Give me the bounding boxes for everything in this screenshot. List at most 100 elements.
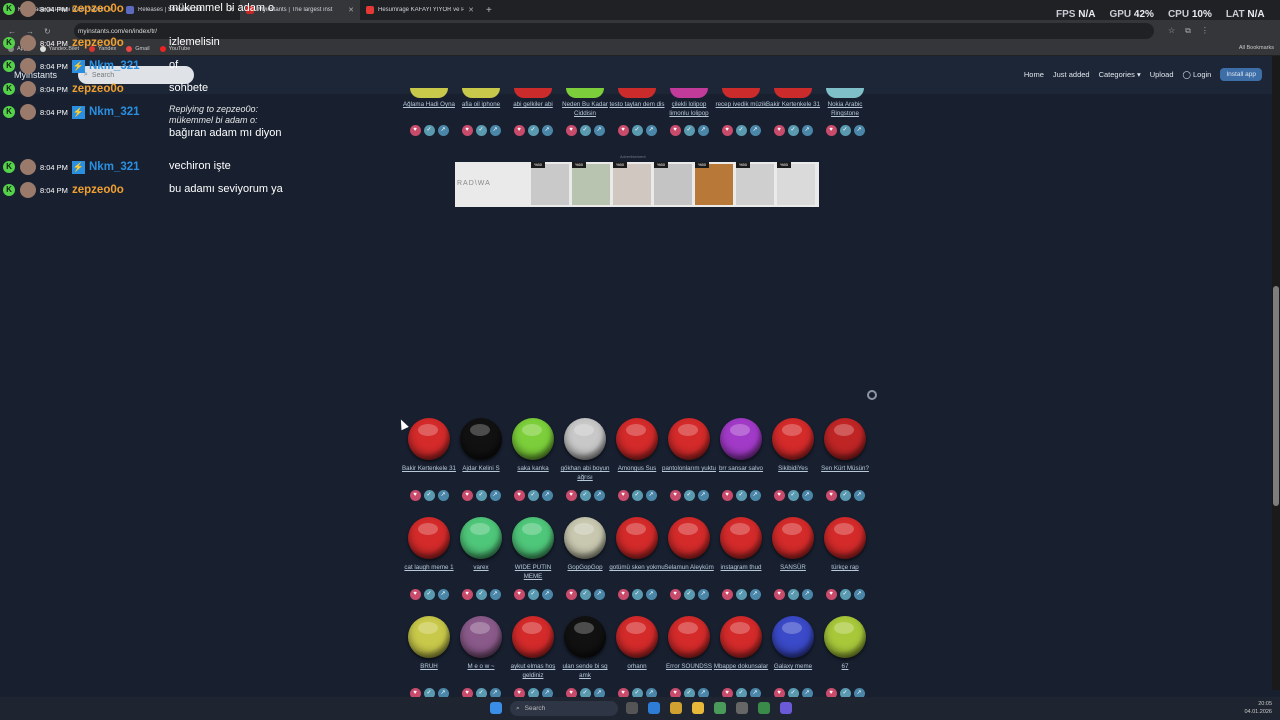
sound-label[interactable]: Galaxy meme (765, 662, 821, 671)
check-icon[interactable]: ✓ (683, 490, 695, 501)
chat-username[interactable]: zepzeo0o (72, 184, 124, 196)
sound-play-button[interactable] (720, 418, 762, 460)
chat-username[interactable]: zepzeo0o (72, 37, 124, 49)
favorite-heart-icon[interactable]: ♥ (461, 589, 473, 600)
share-icon[interactable]: ↗ (541, 490, 553, 501)
sound-play-button[interactable] (616, 616, 658, 658)
sound-label[interactable]: 67 (817, 662, 873, 671)
favorite-heart-icon[interactable]: ♥ (721, 490, 733, 501)
sound-label[interactable]: testo taylan dem dis (609, 100, 665, 109)
sound-play-button[interactable] (566, 88, 604, 98)
close-tab-icon[interactable]: ✕ (348, 6, 354, 14)
sound-label[interactable]: GopGopGop (557, 563, 613, 572)
check-icon[interactable]: ✓ (839, 589, 851, 600)
sound-play-button[interactable] (564, 616, 606, 658)
sound-play-button[interactable] (826, 88, 864, 98)
sound-play-button[interactable] (512, 418, 554, 460)
check-icon[interactable]: ✓ (787, 490, 799, 501)
sound-play-button[interactable] (514, 88, 552, 98)
share-icon[interactable]: ↗ (489, 589, 501, 600)
sound-play-button[interactable] (668, 418, 710, 460)
sound-play-button[interactable] (460, 616, 502, 658)
close-tab-icon[interactable]: ✕ (468, 6, 474, 14)
sound-label[interactable]: Ajdar Kelini S (453, 464, 509, 473)
sound-play-button[interactable] (774, 88, 812, 98)
favorite-heart-icon[interactable]: ♥ (721, 125, 733, 136)
sound-play-button[interactable] (670, 88, 708, 98)
sound-play-button[interactable] (616, 418, 658, 460)
favorite-heart-icon[interactable]: ♥ (513, 490, 525, 501)
chrome-app-icon[interactable] (714, 702, 726, 714)
system-tray[interactable]: 20:05 04.01.2026 (1244, 700, 1272, 716)
share-icon[interactable]: ↗ (437, 125, 449, 136)
check-icon[interactable]: ✓ (579, 125, 591, 136)
sound-label[interactable]: Bakir Kertenkele 31 (401, 464, 457, 473)
check-icon[interactable]: ✓ (735, 490, 747, 501)
check-icon[interactable]: ✓ (735, 589, 747, 600)
favorite-heart-icon[interactable]: ♥ (409, 125, 421, 136)
favorite-heart-icon[interactable]: ♥ (565, 589, 577, 600)
favorite-heart-icon[interactable]: ♥ (617, 125, 629, 136)
share-icon[interactable]: ↗ (645, 125, 657, 136)
share-icon[interactable]: ↗ (593, 125, 605, 136)
chat-username[interactable]: Nkm_321 (89, 161, 140, 173)
sound-label[interactable]: Neden Bu Kadar Ciddisin (557, 100, 613, 118)
install-app-button[interactable]: Install app (1220, 68, 1262, 81)
nav-just-added[interactable]: Just added (1053, 70, 1090, 79)
sound-label[interactable]: WIDE PUTIN MEME (505, 563, 561, 581)
sound-play-button[interactable] (668, 616, 710, 658)
app-icon[interactable] (736, 702, 748, 714)
favorite-heart-icon[interactable]: ♥ (461, 125, 473, 136)
sound-label[interactable]: abi gelkiler abi (505, 100, 561, 109)
sound-label[interactable]: aykut elmas hoş geldiniz (505, 662, 561, 680)
sound-play-button[interactable] (512, 616, 554, 658)
sound-play-button[interactable] (722, 88, 760, 98)
check-icon[interactable]: ✓ (527, 589, 539, 600)
share-icon[interactable]: ↗ (697, 589, 709, 600)
sound-label[interactable]: Mbappe dokunsalar (713, 662, 769, 671)
nav-upload[interactable]: Upload (1150, 70, 1174, 79)
check-icon[interactable]: ✓ (735, 125, 747, 136)
sound-play-button[interactable] (772, 616, 814, 658)
check-icon[interactable]: ✓ (839, 490, 851, 501)
share-icon[interactable]: ↗ (749, 490, 761, 501)
sound-label[interactable]: ulan sende bi sg amk (557, 662, 613, 680)
chat-username[interactable]: Nkm_321 (89, 60, 140, 72)
favorite-heart-icon[interactable]: ♥ (669, 589, 681, 600)
chat-username[interactable]: zepzeo0o (72, 3, 124, 15)
file-explorer-icon[interactable] (692, 702, 704, 714)
start-icon[interactable] (490, 702, 502, 714)
share-icon[interactable]: ↗ (697, 125, 709, 136)
favorite-heart-icon[interactable]: ♥ (565, 125, 577, 136)
sound-label[interactable]: cat laugh meme 1 (401, 563, 457, 572)
share-icon[interactable]: ↗ (853, 125, 865, 136)
sound-label[interactable]: recep ivedik müzik (713, 100, 769, 109)
sound-label[interactable]: M e o w ~ (453, 662, 509, 671)
sound-play-button[interactable] (408, 616, 450, 658)
sound-play-button[interactable] (616, 517, 658, 559)
sound-play-button[interactable] (618, 88, 656, 98)
favorite-heart-icon[interactable]: ♥ (565, 490, 577, 501)
check-icon[interactable]: ✓ (475, 125, 487, 136)
share-icon[interactable]: ↗ (437, 589, 449, 600)
sound-play-button[interactable] (462, 88, 500, 98)
sound-label[interactable]: saka kanka (505, 464, 561, 473)
page-scrollbar[interactable] (1272, 56, 1280, 690)
check-icon[interactable]: ✓ (579, 490, 591, 501)
share-icon[interactable]: ↗ (645, 490, 657, 501)
sound-label[interactable]: gotümü sken yokmu (609, 563, 665, 572)
check-icon[interactable]: ✓ (475, 490, 487, 501)
sound-play-button[interactable] (824, 418, 866, 460)
favorite-heart-icon[interactable]: ♥ (461, 490, 473, 501)
favorite-heart-icon[interactable]: ♥ (825, 589, 837, 600)
sound-label[interactable]: Bakir Kertenkele 31 (765, 100, 821, 109)
sound-play-button[interactable] (720, 517, 762, 559)
check-icon[interactable]: ✓ (839, 125, 851, 136)
all-bookmarks-button[interactable]: All Bookmarks (1239, 45, 1274, 51)
share-icon[interactable]: ↗ (541, 125, 553, 136)
sound-play-button[interactable] (512, 517, 554, 559)
menu-icon[interactable]: ⋮ (1201, 26, 1209, 36)
favorite-heart-icon[interactable]: ♥ (773, 589, 785, 600)
favorite-heart-icon[interactable]: ♥ (669, 490, 681, 501)
task-view-icon[interactable] (626, 702, 638, 714)
